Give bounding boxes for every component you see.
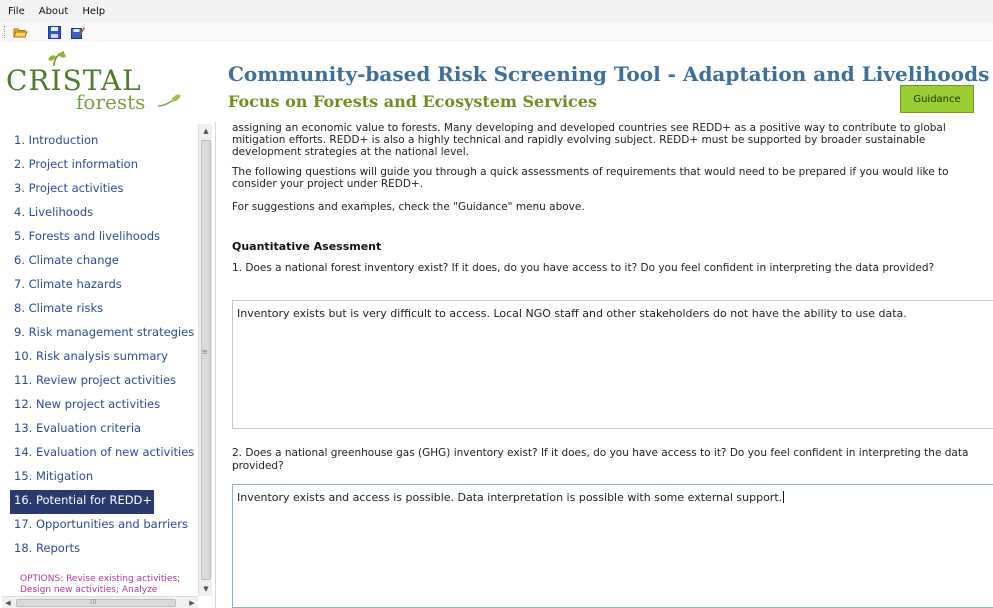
sidebar-item-climate-risks[interactable]: 8. Climate risks	[0, 298, 198, 322]
sidebar-item-project-information[interactable]: 2. Project information	[0, 154, 198, 178]
sidebar-item-reports[interactable]: 18. Reports	[0, 538, 198, 562]
sidebar: 1. Introduction 2. Project information 3…	[0, 122, 216, 608]
answer-1-text: Inventory exists but is very difficult t…	[237, 307, 907, 320]
horizontal-scroll-grip-icon: ⁞⁞⁞	[90, 598, 97, 606]
page-title: Community-based Risk Screening Tool - Ad…	[228, 62, 990, 86]
sidebar-item-potential-for-redd[interactable]: 16. Potential for REDD+	[10, 490, 154, 514]
sidebar-item-climate-hazards[interactable]: 7. Climate hazards	[0, 274, 198, 298]
sidebar-vertical-scrollbar[interactable]: ▲ ≡ ▼	[198, 124, 212, 596]
menu-bar: File About Help	[0, 0, 993, 22]
main-content: assigning an economic value to forests. …	[232, 122, 993, 608]
sidebar-item-risk-analysis-summary[interactable]: 10. Risk analysis summary	[0, 346, 198, 370]
sidebar-item-forests-and-livelihoods[interactable]: 5. Forests and livelihoods	[0, 226, 198, 250]
answer-1-textarea[interactable]: Inventory exists but is very difficult t…	[232, 300, 993, 429]
menu-file[interactable]: File	[8, 6, 25, 17]
save-icon[interactable]	[46, 24, 62, 40]
sidebar-item-evaluation-criteria[interactable]: 13. Evaluation criteria	[0, 418, 198, 442]
open-folder-icon[interactable]	[12, 24, 28, 40]
sidebar-item-climate-change[interactable]: 6. Climate change	[0, 250, 198, 274]
guide-paragraph: The following questions will guide you t…	[232, 166, 949, 190]
sidebar-item-project-activities[interactable]: 3. Project activities	[0, 178, 198, 202]
save-as-icon[interactable]	[70, 24, 86, 40]
text-caret	[783, 491, 785, 503]
sidebar-item-review-project-activities[interactable]: 11. Review project activities	[0, 370, 198, 394]
toolbar-grip	[4, 26, 6, 38]
scroll-thumb[interactable]	[201, 140, 211, 580]
question-1: 1. Does a national forest inventory exis…	[232, 262, 935, 274]
section-heading: Quantitative Asessment	[232, 240, 382, 253]
page-subtitle: Focus on Forests and Ecosystem Services	[228, 92, 597, 111]
scroll-up-arrow-icon[interactable]: ▲	[199, 124, 213, 138]
scroll-grip-icon: ≡	[202, 348, 208, 356]
sidebar-item-new-project-activities[interactable]: 12. New project activities	[0, 394, 198, 418]
sidebar-item-mitigation[interactable]: 15. Mitigation	[0, 466, 198, 490]
sidebar-nav: 1. Introduction 2. Project information 3…	[0, 130, 198, 562]
scroll-left-arrow-icon[interactable]: ◀	[2, 597, 14, 608]
cristal-forests-logo: CRISTAL forests	[6, 51, 206, 114]
sidebar-item-livelihoods[interactable]: 4. Livelihoods	[0, 202, 198, 226]
toolbar	[0, 22, 993, 42]
options-note: OPTIONS: Revise existing activities; Des…	[20, 574, 181, 595]
suggestions-paragraph: For suggestions and examples, check the …	[232, 201, 585, 213]
guidance-button[interactable]: Guidance	[900, 85, 974, 113]
sidebar-horizontal-scrollbar[interactable]: ◀ ⁞⁞⁞ ▶	[2, 596, 198, 608]
scroll-right-arrow-icon[interactable]: ▶	[186, 597, 198, 608]
answer-2-textarea[interactable]: Inventory exists and access is possible.…	[232, 484, 993, 608]
logo-sub-text: forests	[76, 90, 146, 114]
question-2: 2. Does a national greenhouse gas (GHG) …	[232, 447, 969, 472]
sidebar-item-introduction[interactable]: 1. Introduction	[0, 130, 198, 154]
leaf-swoosh-icon	[157, 94, 181, 107]
app-header: CRISTAL forests Community-based Risk Scr…	[0, 42, 993, 120]
answer-2-text: Inventory exists and access is possible.…	[237, 491, 783, 504]
menu-help[interactable]: Help	[82, 6, 105, 17]
menu-about[interactable]: About	[39, 6, 69, 17]
sidebar-item-opportunities-and-barriers[interactable]: 17. Opportunities and barriers	[0, 514, 198, 538]
intro-paragraph: assigning an economic value to forests. …	[232, 122, 946, 158]
scroll-down-arrow-icon[interactable]: ▼	[199, 582, 213, 596]
sidebar-item-risk-management-strategies[interactable]: 9. Risk management strategies	[0, 322, 198, 346]
sidebar-item-evaluation-of-new-activities[interactable]: 14. Evaluation of new activities	[0, 442, 198, 466]
